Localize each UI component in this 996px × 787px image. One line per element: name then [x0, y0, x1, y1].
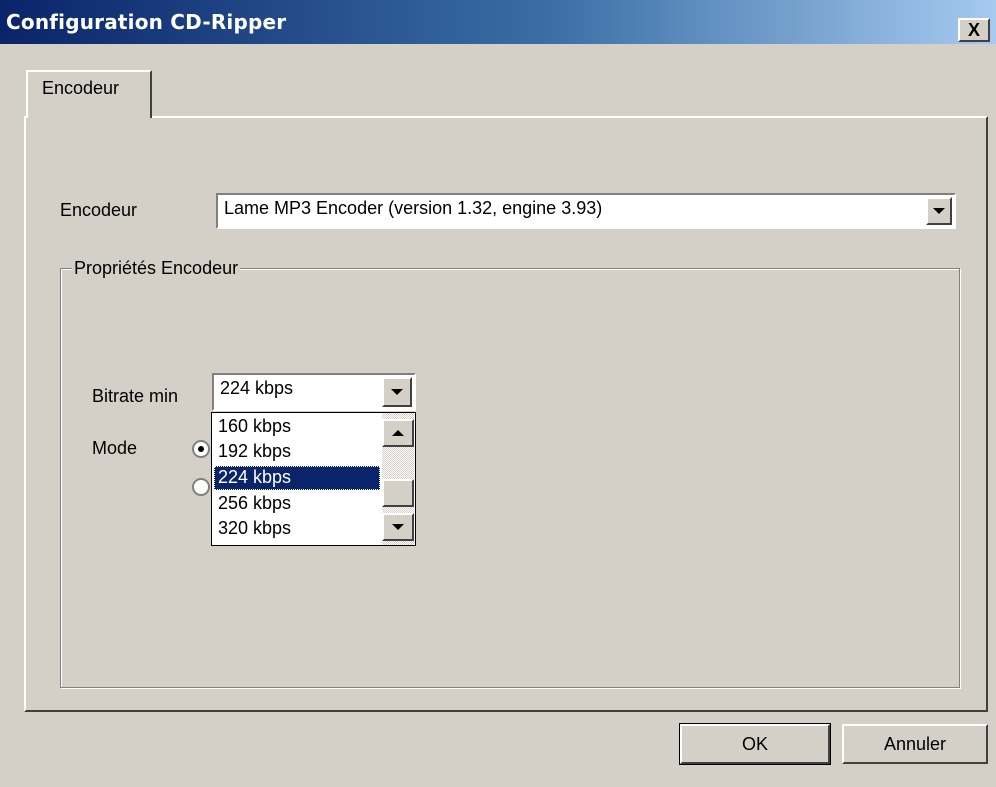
mode-label: Mode: [92, 438, 138, 458]
tab-encodeur[interactable]: Encodeur: [26, 70, 152, 118]
cancel-button[interactable]: Annuler: [842, 724, 988, 764]
bitrate-option[interactable]: 320 kbps: [214, 517, 380, 541]
bitrate-option[interactable]: 192 kbps: [214, 440, 380, 464]
dropdown-arrow-icon: [933, 208, 945, 214]
bitrate-option[interactable]: 160 kbps: [214, 415, 380, 439]
window-title: Configuration CD-Ripper: [6, 10, 287, 34]
encoder-properties-group: [60, 268, 960, 688]
scroll-thumb[interactable]: [382, 479, 414, 507]
bitrate-option[interactable]: 256 kbps: [214, 492, 380, 516]
mode-radio-1[interactable]: [192, 440, 210, 458]
dropdown-scrollbar[interactable]: [382, 413, 414, 545]
radio-dot: [198, 446, 204, 452]
dropdown-arrow-icon: [391, 389, 403, 395]
bitrate-option-selected[interactable]: 224 kbps: [214, 466, 380, 490]
mode-radio-2[interactable]: [192, 478, 210, 496]
encoder-dropdown-button[interactable]: [926, 197, 952, 225]
ok-button[interactable]: OK: [679, 723, 831, 765]
title-bar: Configuration CD-Ripper X: [0, 0, 996, 44]
bitrate-dropdown-button[interactable]: [382, 377, 412, 407]
bitrate-dropdown-list: 160 kbps 192 kbps 224 kbps 256 kbps 320 …: [211, 412, 416, 546]
encoder-label: Encodeur: [60, 200, 138, 220]
tab-label: Encodeur: [42, 78, 120, 98]
encoder-select[interactable]: Lame MP3 Encoder (version 1.32, engine 3…: [216, 193, 956, 229]
close-button[interactable]: X: [958, 18, 990, 42]
scroll-down-icon: [392, 524, 404, 530]
close-icon: X: [967, 20, 980, 40]
scroll-up-button[interactable]: [382, 419, 414, 447]
scroll-down-button[interactable]: [382, 513, 414, 541]
bitrate-select[interactable]: 224 kbps: [212, 373, 416, 411]
bitrate-label: Bitrate min: [92, 386, 179, 406]
scroll-up-icon: [392, 430, 404, 436]
bitrate-value: 224 kbps: [220, 378, 294, 398]
encoder-value: Lame MP3 Encoder (version 1.32, engine 3…: [224, 198, 603, 218]
group-legend: Propriétés Encodeur: [72, 258, 241, 279]
